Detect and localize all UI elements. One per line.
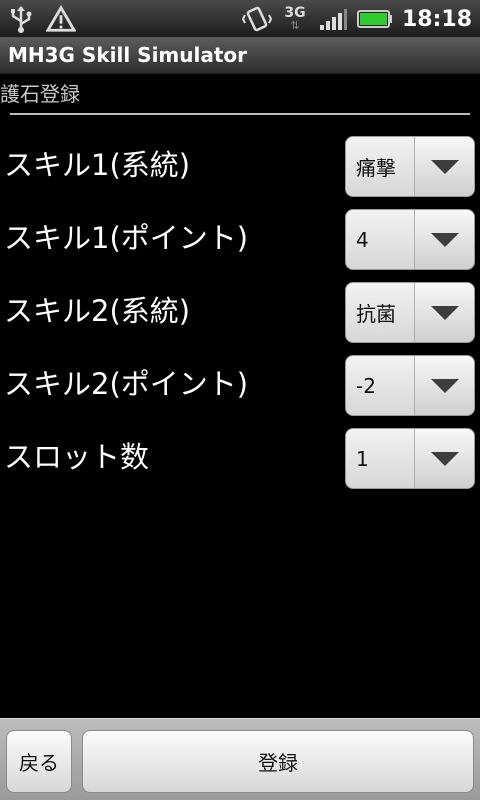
skill2-type-label: スキル2(系統) bbox=[4, 294, 191, 328]
clock: 18:18 bbox=[401, 6, 472, 32]
chevron-down-icon[interactable] bbox=[414, 137, 474, 196]
chevron-down-icon[interactable] bbox=[414, 356, 474, 415]
spinner-value: -2 bbox=[356, 373, 376, 398]
skill2-points-label: スキル2(ポイント) bbox=[4, 367, 249, 401]
spinner-value: 抗菌 bbox=[356, 302, 396, 326]
chevron-down-icon[interactable] bbox=[414, 283, 474, 342]
chevron-down-icon[interactable] bbox=[414, 210, 474, 269]
3g-icon: 3G ⇅ bbox=[284, 5, 306, 32]
warning-icon bbox=[46, 4, 76, 34]
slot-count-spinner[interactable]: 1 bbox=[345, 428, 475, 489]
signal-icon bbox=[318, 4, 348, 34]
vibrate-icon bbox=[241, 4, 272, 34]
slot-count-label: スロット数 bbox=[4, 440, 150, 474]
app-title: MH3G Skill Simulator bbox=[8, 43, 248, 67]
divider bbox=[10, 113, 470, 115]
back-button[interactable]: 戻る bbox=[6, 730, 72, 793]
spinner-value: 1 bbox=[356, 446, 369, 471]
skill2-points-spinner[interactable]: -2 bbox=[345, 355, 475, 416]
register-button[interactable]: 登録 bbox=[82, 730, 474, 793]
app-title-bar: MH3G Skill Simulator bbox=[0, 38, 480, 74]
skill1-type-spinner[interactable]: 痛撃 bbox=[345, 136, 475, 197]
skill1-points-label: スキル1(ポイント) bbox=[4, 221, 249, 255]
skill1-points-spinner[interactable]: 4 bbox=[345, 209, 475, 270]
battery-icon bbox=[356, 4, 394, 34]
usb-icon bbox=[6, 4, 36, 34]
chevron-down-icon[interactable] bbox=[414, 429, 474, 488]
skill2-type-spinner[interactable]: 抗菌 bbox=[345, 282, 475, 343]
spinner-value: 痛撃 bbox=[356, 156, 396, 180]
section-label: 護石登録 bbox=[0, 82, 80, 106]
status-bar: 3G ⇅ 18:18 bbox=[0, 0, 480, 38]
bottom-button-bar: 戻る 登録 bbox=[0, 718, 480, 800]
skill1-type-label: スキル1(系統) bbox=[4, 148, 191, 182]
spinner-value: 4 bbox=[356, 227, 369, 252]
